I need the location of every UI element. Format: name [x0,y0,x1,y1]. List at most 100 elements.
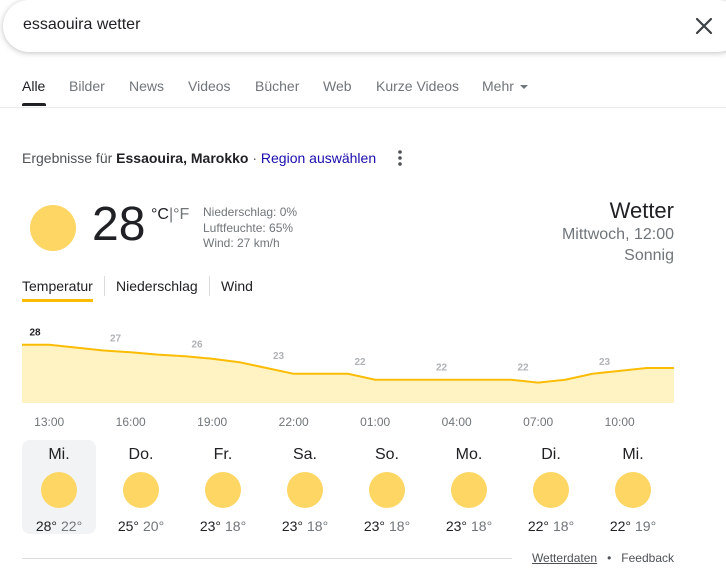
forecast-low: 18° [225,518,247,534]
tab-alle[interactable]: Alle [22,78,45,94]
search-tabs: Alle Bilder News Videos Bücher Web Kurze… [0,76,726,108]
forecast-temps: 22° 19° [596,518,670,534]
sun-icon [41,472,77,508]
sun-icon [287,472,323,508]
tab-videos[interactable]: Videos [188,78,231,94]
forecast-low: 22° [61,518,83,534]
weather-title: Wetter [609,198,674,223]
close-icon[interactable] [690,12,718,40]
forecast-day[interactable]: Do. 25° 20° [104,440,178,534]
forecast-high: 22° [609,518,631,534]
weather-details: Niederschlag: 0% Luftfeuchte: 65% Wind: … [203,205,297,252]
search-bar[interactable]: essaouira wetter [3,0,726,52]
sun-icon [369,472,405,508]
unit-fahrenheit[interactable]: °F [173,206,189,223]
forecast-high: 23° [281,518,303,534]
x-tick-label: 10:00 [605,415,635,429]
forecast-low: 20° [143,518,165,534]
tab-buecher[interactable]: Bücher [255,78,299,94]
x-tick-label: 04:00 [442,415,472,429]
forecast-day[interactable]: Sa. 23° 18° [268,440,342,534]
forecast-high: 25° [117,518,139,534]
forecast-low: 18° [389,518,411,534]
x-tick-label: 16:00 [116,415,146,429]
search-input[interactable]: essaouira wetter [23,16,140,34]
results-for-location: Essaouira, Marokko [116,150,249,166]
data-label: 23 [599,357,611,368]
sun-icon [533,472,569,508]
forecast-low: 18° [471,518,493,534]
forecast-temps: 23° 18° [350,518,424,534]
sun-icon [205,472,241,508]
sun-icon [451,472,487,508]
chevron-down-icon [519,85,528,90]
x-tick-label: 22:00 [279,415,309,429]
forecast-day-name: Fr. [213,446,233,463]
forecast-day-name: Di. [541,446,561,463]
forecast-day[interactable]: So. 23° 18° [350,440,424,534]
forecast-day[interactable]: Mo. 23° 18° [432,440,506,534]
forecast-day-name: Sa. [292,446,317,463]
results-for-separator: · [252,150,258,166]
tab-wind[interactable]: Wind [221,278,253,294]
forecast-day[interactable]: Mi. 22° 19° [596,440,670,534]
x-tick-label: 13:00 [34,415,64,429]
forecast-temps: 23° 18° [186,518,260,534]
forecast-low: 18° [307,518,329,534]
tab-temperatur[interactable]: Temperatur [22,278,93,294]
forecast-day[interactable]: Fr. 23° 18° [186,440,260,534]
forecast-low: 18° [553,518,575,534]
weather-datetime: Mittwoch, 12:00 [561,226,674,243]
active-tab-indicator [22,103,46,106]
forecast-temps: 25° 20° [104,518,178,534]
forecast-day-name: Mi. [622,446,644,463]
unit-celsius[interactable]: °C [151,206,169,223]
forecast-day[interactable]: Mi. 28° 22° [22,440,96,534]
weather-condition: Sonnig [624,247,674,264]
feedback-link[interactable]: Feedback [621,551,674,565]
tab-mehr[interactable]: Mehr [482,78,528,94]
forecast-high: 22° [527,518,549,534]
data-label: 22 [436,363,448,374]
current-temperature: 28 [92,198,146,251]
forecast-day-name: So. [374,446,399,463]
tab-kurze-videos[interactable]: Kurze Videos [376,78,459,94]
region-select-link[interactable]: Region auswählen [261,150,376,166]
active-chart-tab-indicator [22,299,93,302]
results-for-prefix: Ergebnisse für [22,150,113,166]
forecast-day[interactable]: Di. 22° 18° [514,440,588,534]
x-tick-label: 01:00 [360,415,390,429]
tab-niederschlag[interactable]: Niederschlag [116,278,198,294]
footer-divider [22,558,512,559]
sun-icon [123,472,159,508]
forecast-day-name: Do. [128,446,154,463]
x-tick-label: 19:00 [197,415,227,429]
tab-news[interactable]: News [129,78,164,94]
forecast-temps: 22° 18° [514,518,588,534]
forecast-high: 23° [199,518,221,534]
forecast-temps: 28° 22° [22,518,96,534]
tab-divider [104,276,105,296]
footer: Wetterdaten • Feedback [532,551,674,565]
tab-bilder[interactable]: Bilder [69,78,105,94]
data-label: 28 [29,328,41,339]
tab-web[interactable]: Web [323,78,352,94]
data-label: 26 [191,339,203,350]
tab-mehr-label: Mehr [482,78,514,94]
daily-forecast: Mi. 28° 22° Do. 25° 20° Fr. 23° 18° Sa. 23° 18° So. 2… [22,440,674,536]
forecast-high: 23° [445,518,467,534]
x-tick-label: 07:00 [523,415,553,429]
forecast-day-name: Mo. [455,446,483,463]
footer-dot: • [607,551,612,565]
data-label: 22 [354,357,366,368]
data-label: 22 [517,363,529,374]
precipitation-text: Niederschlag: 0% [203,205,298,219]
more-options-icon[interactable] [394,148,406,168]
sun-icon [30,205,76,251]
weather-data-link[interactable]: Wetterdaten [532,551,597,565]
forecast-low: 19° [635,518,657,534]
data-label: 23 [273,351,285,362]
forecast-temps: 23° 18° [432,518,506,534]
forecast-high: 23° [363,518,385,534]
unit-toggle: °C|°F [151,206,189,224]
